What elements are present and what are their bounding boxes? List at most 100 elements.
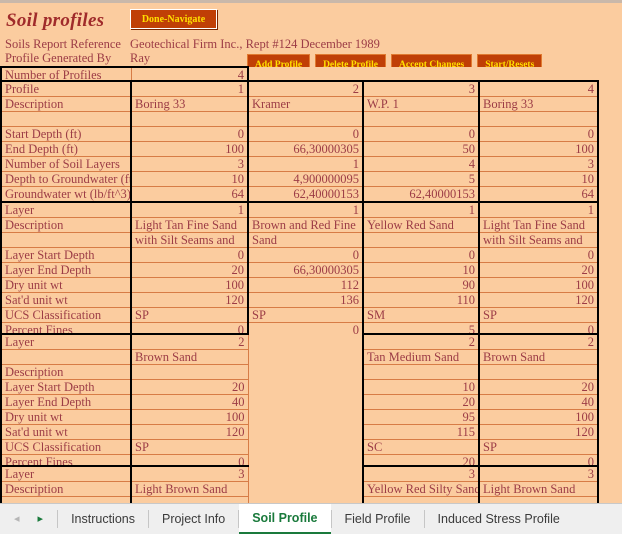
data-cell[interactable]: Brown and Red Fine: [247, 217, 364, 233]
data-cell[interactable]: 95: [362, 409, 480, 425]
data-cell[interactable]: 20: [130, 379, 249, 395]
data-cell[interactable]: W.P. 1: [362, 96, 480, 112]
data-cell[interactable]: 0: [247, 247, 364, 263]
data-cell[interactable]: Brown Sand: [478, 349, 599, 365]
data-cell[interactable]: 4,900000095: [247, 171, 364, 187]
data-cell[interactable]: 100: [130, 409, 249, 425]
data-cell[interactable]: 2: [247, 80, 364, 97]
next-sheet-arrow-icon[interactable]: ▸: [38, 513, 44, 525]
data-cell[interactable]: 1: [247, 156, 364, 172]
data-cell[interactable]: 100: [130, 277, 249, 293]
data-cell[interactable]: 10: [130, 171, 249, 187]
data-cell[interactable]: 120: [130, 292, 249, 308]
data-cell[interactable]: 3: [478, 465, 599, 482]
data-cell[interactable]: Boring 33: [478, 96, 599, 112]
data-cell[interactable]: 64: [130, 186, 249, 203]
data-cell[interactable]: Brown Sand: [130, 349, 249, 365]
tab-field-profile[interactable]: Field Profile: [332, 504, 424, 534]
data-cell[interactable]: with Silt Seams and: [478, 232, 599, 248]
data-cell[interactable]: Sand: [247, 232, 364, 248]
data-cell[interactable]: [130, 111, 249, 127]
data-cell[interactable]: 20: [130, 262, 249, 278]
tab-soil-profile[interactable]: Soil Profile: [239, 504, 331, 534]
data-cell[interactable]: 50: [362, 141, 480, 157]
data-cell[interactable]: 2: [130, 333, 249, 350]
data-cell[interactable]: 62,40000153: [247, 186, 364, 203]
data-cell[interactable]: 62,40000153: [362, 186, 480, 203]
profile-generated-by-value[interactable]: Ray: [130, 51, 150, 66]
data-cell[interactable]: 1: [478, 201, 599, 218]
data-cell[interactable]: 10: [362, 379, 480, 395]
data-cell[interactable]: 0: [478, 126, 599, 142]
data-cell[interactable]: 0: [478, 247, 599, 263]
data-cell[interactable]: Light Brown Sand: [478, 481, 599, 497]
data-cell[interactable]: 3: [130, 156, 249, 172]
data-cell[interactable]: SC: [362, 439, 480, 455]
data-cell[interactable]: 40: [130, 394, 249, 410]
tab-induced-stress-profile[interactable]: Induced Stress Profile: [425, 504, 573, 534]
data-cell[interactable]: 1: [130, 201, 249, 218]
data-cell[interactable]: 100: [130, 141, 249, 157]
data-cell[interactable]: 100: [478, 409, 599, 425]
data-cell[interactable]: [247, 111, 364, 127]
data-cell[interactable]: 5: [362, 171, 480, 187]
data-cell[interactable]: 10: [362, 262, 480, 278]
prev-sheet-arrow-icon[interactable]: ◂: [14, 513, 20, 525]
data-cell[interactable]: SP: [478, 439, 599, 455]
data-cell[interactable]: 100: [478, 277, 599, 293]
data-cell[interactable]: Boring 33: [130, 96, 249, 112]
soils-report-reference-value[interactable]: Geotechical Firm Inc., Rept #124 Decembe…: [130, 37, 380, 52]
data-cell[interactable]: [130, 364, 249, 380]
data-cell[interactable]: 112: [247, 277, 364, 293]
data-cell[interactable]: 4: [362, 156, 480, 172]
tab-project-info[interactable]: Project Info: [149, 504, 238, 534]
data-cell[interactable]: Kramer: [247, 96, 364, 112]
data-cell[interactable]: 0: [130, 247, 249, 263]
data-cell[interactable]: 1: [362, 201, 480, 218]
data-cell[interactable]: 0: [362, 247, 480, 263]
data-cell[interactable]: SP: [478, 307, 599, 323]
data-cell[interactable]: SP: [130, 307, 249, 323]
data-cell[interactable]: 0: [130, 126, 249, 142]
data-cell[interactable]: SM: [362, 307, 480, 323]
data-cell[interactable]: 3: [362, 80, 480, 97]
data-cell[interactable]: 20: [478, 262, 599, 278]
data-cell[interactable]: Tan Medium Sand: [362, 349, 480, 365]
data-cell[interactable]: 64: [478, 186, 599, 203]
data-cell[interactable]: 110: [362, 292, 480, 308]
data-cell[interactable]: with Silt Seams and: [130, 232, 249, 248]
data-cell[interactable]: Light Tan Fine Sand: [478, 217, 599, 233]
data-cell[interactable]: Light Brown Sand: [130, 481, 249, 497]
data-cell[interactable]: Light Tan Fine Sand: [130, 217, 249, 233]
data-cell[interactable]: 3: [130, 465, 249, 482]
data-cell[interactable]: Yellow Red Silty Sand: [362, 481, 480, 497]
data-cell[interactable]: 66,30000305: [247, 262, 364, 278]
data-cell[interactable]: SP: [247, 307, 364, 323]
data-cell[interactable]: 0: [247, 126, 364, 142]
data-cell[interactable]: 1: [247, 201, 364, 218]
data-cell[interactable]: 3: [362, 465, 480, 482]
data-cell[interactable]: [362, 232, 480, 248]
data-cell[interactable]: 10: [478, 171, 599, 187]
data-cell[interactable]: 0: [362, 126, 480, 142]
data-cell[interactable]: [362, 111, 480, 127]
tab-instructions[interactable]: Instructions: [58, 504, 148, 534]
data-cell[interactable]: 120: [478, 424, 599, 440]
data-cell[interactable]: 2: [362, 333, 480, 350]
data-cell[interactable]: 40: [478, 394, 599, 410]
data-cell[interactable]: 66,30000305: [247, 141, 364, 157]
data-cell[interactable]: 120: [478, 292, 599, 308]
data-cell[interactable]: 3: [478, 156, 599, 172]
data-cell[interactable]: SP: [130, 439, 249, 455]
data-cell[interactable]: 100: [478, 141, 599, 157]
done-navigate-button[interactable]: Done-Navigate: [130, 9, 217, 29]
data-cell[interactable]: [478, 364, 599, 380]
data-cell[interactable]: 20: [478, 379, 599, 395]
data-cell[interactable]: 120: [130, 424, 249, 440]
data-cell[interactable]: Yellow Red Sand: [362, 217, 480, 233]
data-cell[interactable]: 20: [362, 394, 480, 410]
data-cell[interactable]: 2: [478, 333, 599, 350]
data-cell[interactable]: 1: [130, 80, 249, 97]
data-cell[interactable]: [478, 111, 599, 127]
data-cell[interactable]: [362, 364, 480, 380]
